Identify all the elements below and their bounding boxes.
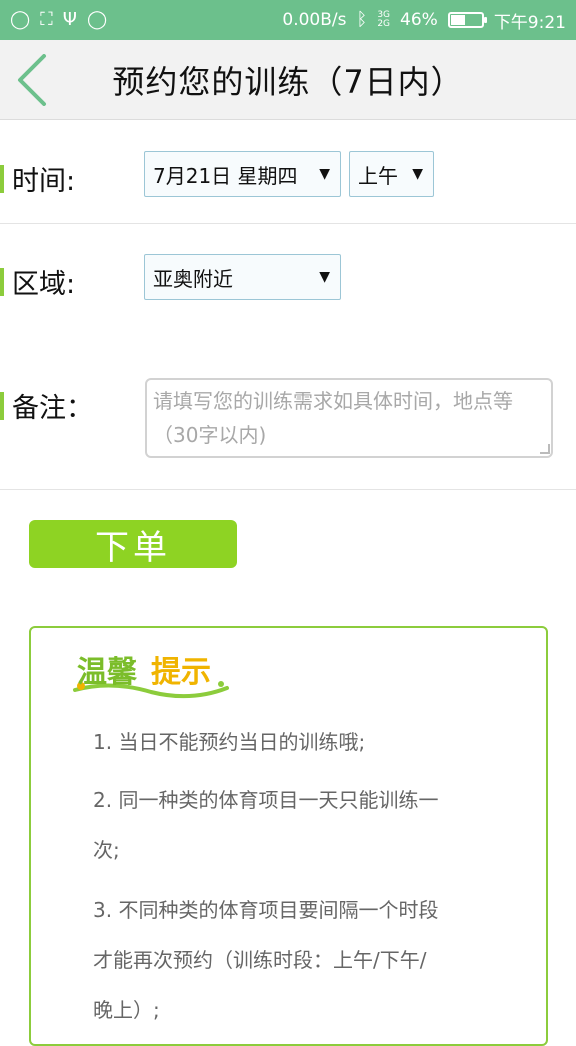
label-accent-bar [0,164,4,193]
date-select[interactable]: 7月21日 星期四 ▼ [144,151,341,197]
area-label: 区域: [12,269,76,300]
time-label: 时间: [12,166,76,197]
back-arrow-icon [18,54,46,106]
network-type-icon: 3G 2G [377,10,391,29]
clock: 下午9:21 [493,12,566,33]
label-accent-bar [0,267,4,296]
status-right: 0.00B/s ᛒ 3G 2G 46% 下午9:21 [282,8,566,33]
date-select-value: 7月21日 星期四 [153,163,298,188]
order-button[interactable]: 下单 [29,520,237,568]
network-speed: 0.00B/s [282,10,347,30]
screenshot-icon: ⛶ [40,9,53,30]
tip-line: 晚上）; [93,998,160,1022]
area-select-value: 亚奥附近 [153,266,233,291]
page-title: 预约您的训练（7日内） [112,62,464,101]
time-row: 时间: 7月21日 星期四 ▼ 上午 ▼ [0,121,576,224]
battery-fill [450,15,465,25]
area-select[interactable]: 亚奥附近 ▼ [144,254,341,300]
tip-line: 才能再次预约（训练时段：上午/下午/ [93,948,427,972]
title-bar: 预约您的训练（7日内） [0,40,576,120]
bluetooth-icon: ᛒ [356,9,368,30]
dropdown-arrow-icon: ▼ [412,166,423,182]
tip-line: 次; [93,838,120,862]
tip-line: 1. 当日不能预约当日的训练哦; [93,730,366,754]
svg-text:提示: 提示 [151,655,211,690]
usb-icon: Ψ [62,9,77,30]
battery-percent: 46% [400,10,438,30]
area-label-wrap: 区域: [0,262,75,301]
note-textarea[interactable] [145,378,553,458]
tips-box: 温馨 提示 1. 当日不能预约当日的训练哦; 2. 同一种类的体育项目一天只能训… [29,626,548,1046]
status-left: ◯ ⛶ Ψ ◯ [10,11,107,29]
time-label-wrap: 时间: [0,159,75,198]
dropdown-arrow-icon: ▼ [319,269,330,285]
dropdown-arrow-icon: ▼ [319,166,330,182]
tips-logo: 温馨 提示 [73,655,229,699]
chat-bubble-icon: ◯ [10,9,31,30]
battery-icon [447,12,487,28]
svg-text:温馨: 温馨 [77,655,138,690]
label-accent-bar [0,391,4,420]
status-bar: ◯ ⛶ Ψ ◯ 0.00B/s ᛒ 3G 2G 46% 下午9:21 [0,0,576,40]
back-button[interactable] [10,52,54,108]
note-label: 备注： [12,393,93,424]
period-select-value: 上午 [358,163,398,188]
tip-line: 2. 同一种类的体育项目一天只能训练一 [93,788,439,812]
period-select[interactable]: 上午 ▼ [349,151,434,197]
tip-line: 3. 不同种类的体育项目要间隔一个时段 [93,898,439,922]
resize-grip-icon[interactable] [540,444,550,454]
note-label-wrap: 备注： [0,386,93,425]
message-icon: ◯ [86,9,108,30]
